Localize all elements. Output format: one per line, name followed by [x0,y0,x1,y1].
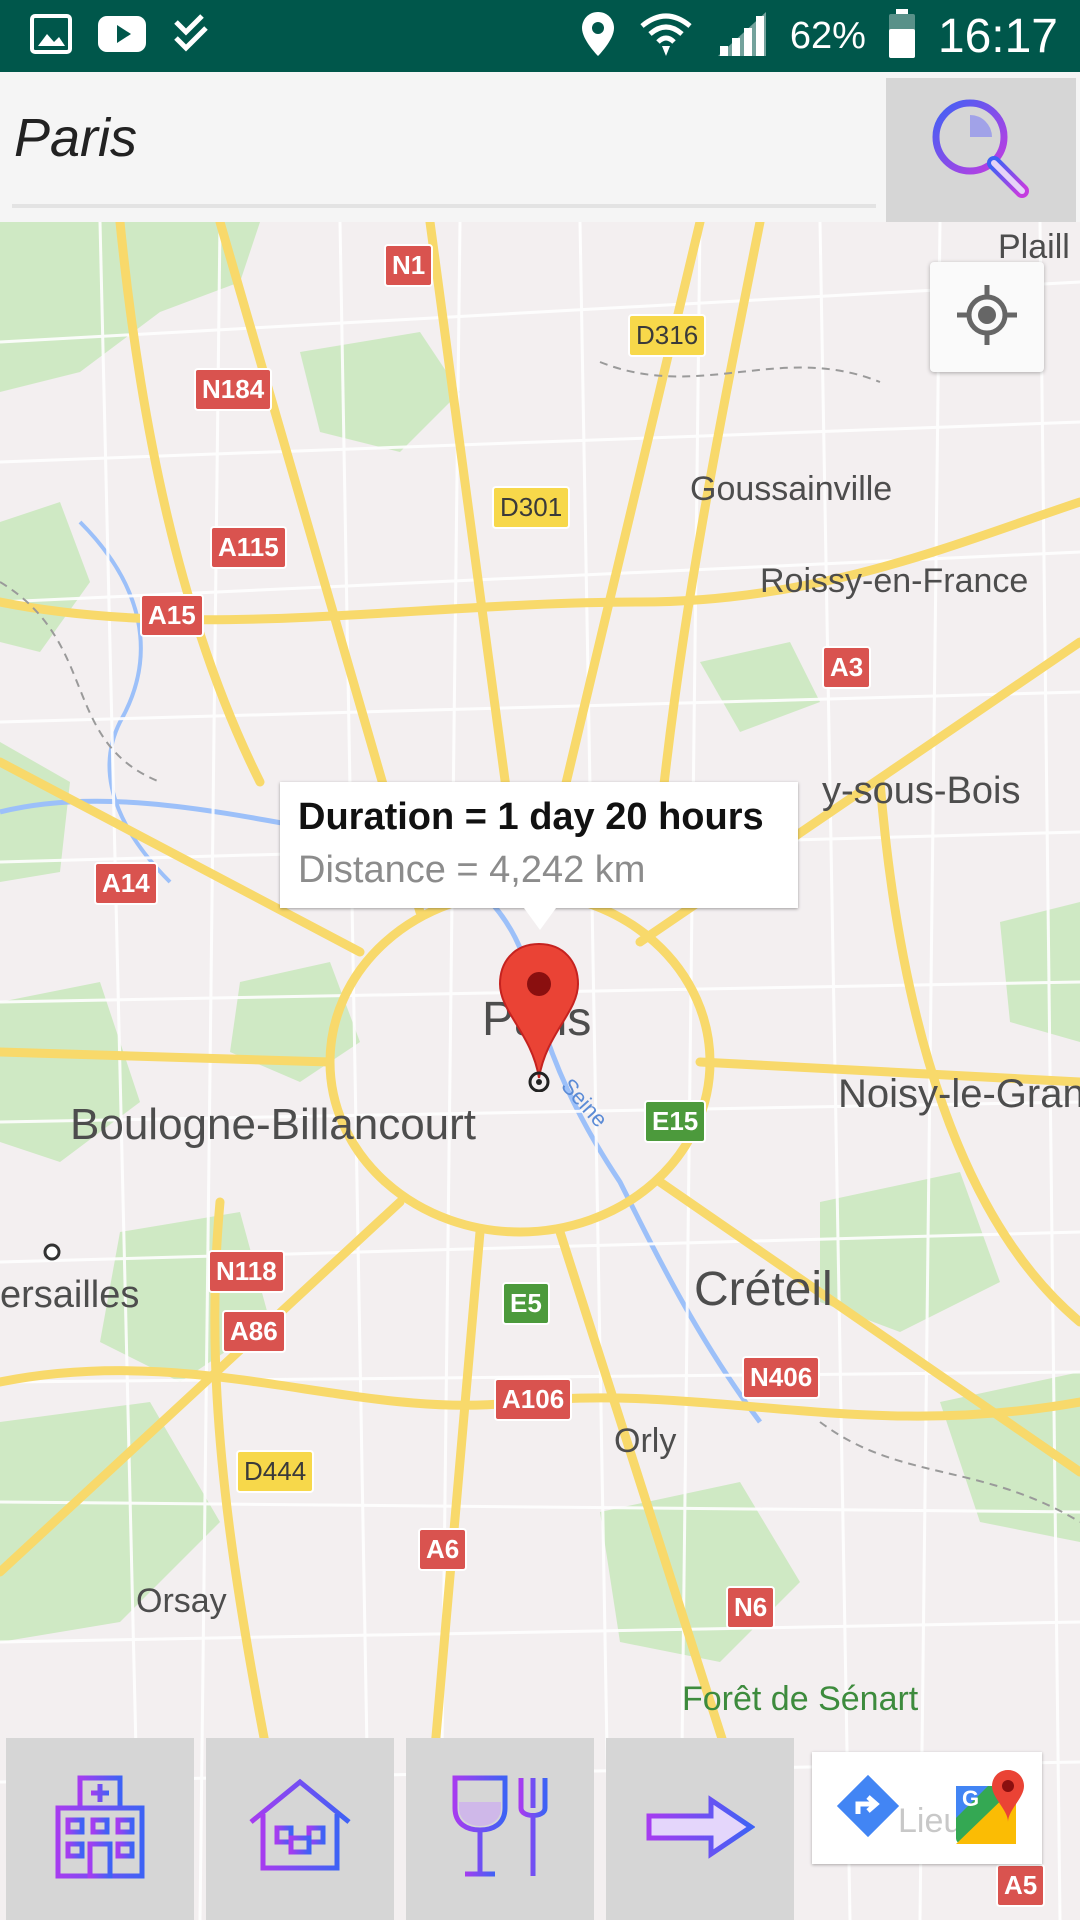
directions-icon[interactable] [836,1774,900,1843]
info-duration: Duration = 1 day 20 hours [298,796,764,838]
place-label-aulnay: y-sous-Bois [822,770,1021,812]
battery-percent: 62% [789,14,866,57]
place-label-noisy: Noisy-le-Gran [838,1072,1080,1116]
road-shield-d301: D301 [492,486,571,529]
map-view[interactable]: Plaill Goussainville Roissy-en-France y-… [0,222,1080,1920]
road-shield-n1: N1 [384,244,434,287]
place-label-senart: Forêt de Sénart [682,1680,919,1718]
arrow-right-icon [645,1792,756,1867]
road-shield-d316: D316 [628,314,707,357]
place-label-goussainville: Goussainville [690,470,893,508]
restaurant-button[interactable] [406,1738,594,1920]
location-pin-icon [580,10,616,63]
clock: 16:17 [937,9,1058,63]
place-label-roissy: Roissy-en-France [760,562,1029,600]
place-label-versailles: ersailles [0,1274,140,1316]
signal-icon [716,10,768,63]
hotel-icon [245,1772,355,1887]
restaurant-icon [445,1772,555,1887]
search-icon [926,93,1036,208]
youtube-icon [98,16,146,57]
open-in-google-maps-button[interactable]: Lieu nt G [812,1752,1042,1864]
place-label-creteil: Créteil [694,1263,833,1316]
hospital-icon [50,1772,150,1887]
road-shield-a115: A115 [210,526,287,569]
hotel-button[interactable] [206,1738,394,1920]
gallery-icon [30,14,72,59]
info-distance: Distance = 4,242 km [298,849,646,891]
place-label-orly: Orly [614,1422,677,1460]
road-shield-a15: A15 [140,594,204,637]
place-label-boulogne: Boulogne-Billancourt [70,1100,477,1149]
checklist-icon [172,14,216,59]
status-bar-system: 62% 16:17 [580,6,1058,66]
hospital-button[interactable] [6,1738,194,1920]
road-shield-e5: E5 [502,1282,550,1325]
road-shield-a6: A6 [418,1528,468,1571]
road-shield-a14: A14 [94,862,158,905]
road-shield-n406: N406 [742,1356,821,1399]
road-shield-a3: A3 [822,646,872,689]
wifi-icon [638,10,694,63]
status-bar: 62% 16:17 [0,0,1080,72]
road-shield-n6: N6 [726,1586,776,1629]
next-button[interactable] [606,1738,794,1920]
google-maps-icon[interactable]: G [954,1766,1030,1851]
map-marker-icon[interactable] [494,942,584,1097]
battery-icon [888,8,916,64]
road-shield-a5: A5 [996,1864,1046,1907]
road-shield-e15: E15 [644,1100,707,1143]
road-shield-n118: N118 [208,1250,285,1293]
road-shield-a86: A86 [222,1310,286,1353]
search-button[interactable] [886,78,1076,222]
my-location-icon [955,283,1019,352]
svg-text:G: G [962,1786,979,1811]
status-bar-notifications [30,14,216,59]
road-shield-d444: D444 [236,1450,315,1493]
road-shield-a106: A106 [494,1378,573,1421]
info-window-pointer [524,908,556,930]
road-shield-n184: N184 [194,368,273,411]
search-bar [0,72,1080,222]
place-label-orsay: Orsay [136,1582,227,1620]
my-location-button[interactable] [930,262,1044,372]
search-input[interactable] [12,72,876,208]
info-window[interactable]: Duration = 1 day 20 hours Distance = 4,2… [280,782,798,908]
